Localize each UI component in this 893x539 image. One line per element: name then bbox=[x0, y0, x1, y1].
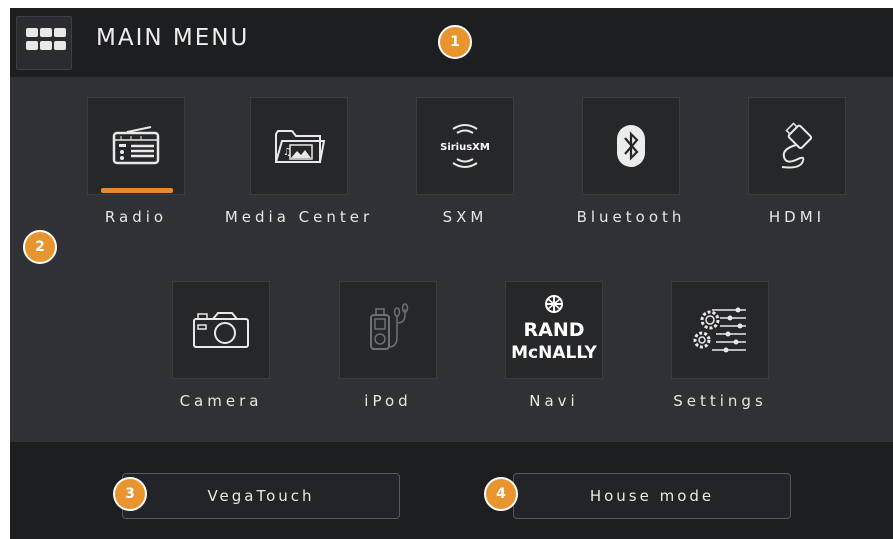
house-mode-button[interactable]: House mode bbox=[513, 473, 791, 519]
navi-tile[interactable]: RAND McNALLY bbox=[505, 281, 603, 379]
logo-text-mcnally: McNALLY bbox=[511, 343, 597, 363]
app-label: Radio bbox=[104, 208, 168, 226]
grid-cell bbox=[54, 28, 66, 37]
logo-text-rand: RAND bbox=[523, 319, 584, 341]
page-title: MAIN MENU bbox=[96, 25, 250, 51]
app-radio[interactable]: Radio bbox=[61, 97, 211, 226]
app-ipod[interactable]: iPod bbox=[313, 281, 463, 410]
app-settings[interactable]: Settings bbox=[645, 281, 795, 410]
bluetooth-tile[interactable] bbox=[582, 97, 680, 195]
media-center-tile[interactable]: ♫ bbox=[250, 97, 348, 195]
app-label: Settings bbox=[673, 392, 767, 410]
grid-cell bbox=[40, 28, 52, 37]
camera-tile[interactable] bbox=[172, 281, 270, 379]
siriusxm-icon: SiriusXM bbox=[440, 124, 490, 168]
app-label: iPod bbox=[364, 392, 412, 410]
sxm-tile[interactable]: SiriusXM bbox=[416, 97, 514, 195]
app-label: Camera bbox=[179, 392, 263, 410]
bluetooth-icon bbox=[617, 125, 645, 167]
grid-menu-icon[interactable] bbox=[16, 16, 72, 70]
svg-text:♫: ♫ bbox=[283, 147, 292, 158]
app-navi[interactable]: RAND McNALLY Navi bbox=[479, 281, 629, 410]
settings-tile[interactable] bbox=[671, 281, 769, 379]
camera-icon bbox=[193, 312, 249, 348]
app-grid: Radio ♫ Media Center SiriusXM SXM Blueto… bbox=[10, 77, 893, 442]
callout-badge-1: 1 bbox=[438, 25, 472, 59]
ipod-icon bbox=[370, 303, 409, 350]
rand-mcnally-logo: RAND McNALLY bbox=[511, 295, 598, 363]
app-label: HDMI bbox=[768, 208, 826, 226]
app-label: Navi bbox=[529, 392, 579, 410]
hdmi-cable-icon bbox=[781, 122, 813, 169]
radio-tile[interactable] bbox=[87, 97, 185, 195]
siriusxm-wordmark: SiriusXM bbox=[440, 142, 490, 153]
grid-cell bbox=[54, 41, 66, 50]
hdmi-tile[interactable] bbox=[748, 97, 846, 195]
ipod-tile[interactable] bbox=[339, 281, 437, 379]
vegatouch-button[interactable]: VegaTouch bbox=[122, 473, 400, 519]
radio-icon bbox=[112, 126, 160, 165]
settings-gears-icon bbox=[693, 307, 746, 353]
app-hdmi[interactable]: HDMI bbox=[722, 97, 872, 226]
callout-badge-3: 3 bbox=[113, 477, 147, 511]
callout-badge-2: 2 bbox=[23, 230, 57, 264]
app-bluetooth[interactable]: Bluetooth bbox=[556, 97, 706, 226]
app-label: Media Center bbox=[224, 208, 374, 226]
app-camera[interactable]: Camera bbox=[146, 281, 296, 410]
callout-badge-4: 4 bbox=[484, 477, 518, 511]
main-menu-screen: MAIN MENU Radio ♫ Media Center SiriusXM … bbox=[10, 8, 893, 539]
app-sxm[interactable]: SiriusXM SXM bbox=[390, 97, 540, 226]
app-label: Bluetooth bbox=[576, 208, 686, 226]
grid-cell bbox=[26, 28, 38, 37]
active-indicator bbox=[101, 188, 173, 193]
app-label: SXM bbox=[442, 208, 488, 226]
grid-cell bbox=[40, 41, 52, 50]
app-media-center[interactable]: ♫ Media Center bbox=[224, 97, 374, 226]
media-folder-icon: ♫ bbox=[275, 130, 326, 163]
grid-cell bbox=[26, 41, 38, 50]
